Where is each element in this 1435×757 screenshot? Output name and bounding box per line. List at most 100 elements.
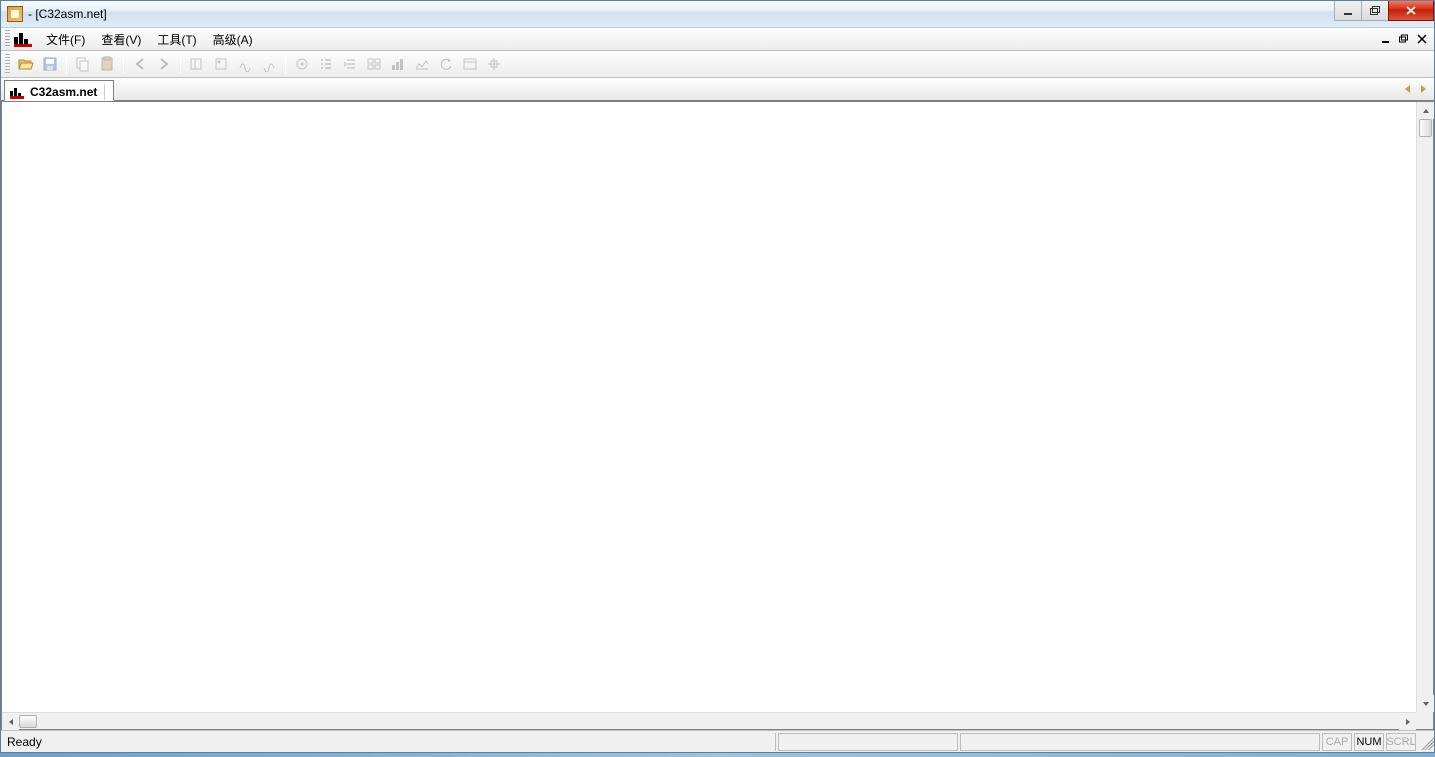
bars-icon <box>390 56 406 72</box>
tool-button-8[interactable] <box>363 53 385 75</box>
menu-tools[interactable]: 工具(T) <box>149 28 204 51</box>
crosshair-icon <box>486 56 502 72</box>
copy-button[interactable] <box>72 53 94 75</box>
open-icon <box>18 56 34 72</box>
scroll-down-button[interactable] <box>1417 695 1434 712</box>
toolbar <box>1 51 1434 78</box>
menubar-grip[interactable] <box>5 30 10 48</box>
menu-advanced[interactable]: 高级(A) <box>205 28 261 51</box>
hscroll-thumb[interactable] <box>19 715 37 728</box>
close-button[interactable] <box>1388 1 1434 21</box>
scroll-corner <box>1416 712 1433 729</box>
chart-icon <box>414 56 430 72</box>
save-icon <box>42 56 58 72</box>
vertical-scrollbar[interactable] <box>1416 102 1433 712</box>
refresh-icon <box>438 56 454 72</box>
tool-button-5[interactable] <box>291 53 313 75</box>
scroll-right-button[interactable] <box>1399 713 1416 730</box>
status-panel-1 <box>778 733 958 751</box>
mdi-minimize-icon <box>1381 34 1391 44</box>
toolbar-grip[interactable] <box>5 54 10 74</box>
tool-button-3[interactable] <box>234 53 256 75</box>
toolbar-separator <box>66 54 67 74</box>
menubar: 文件(F) 查看(V) 工具(T) 高级(A) <box>1 28 1434 51</box>
tabbar: C32asm.net <box>1 78 1434 101</box>
tool-button-13[interactable] <box>483 53 505 75</box>
indicator-scroll: SCRL <box>1386 733 1416 751</box>
window-controls <box>1335 1 1434 21</box>
grid-icon <box>366 56 382 72</box>
tool-button-11[interactable] <box>435 53 457 75</box>
app-logo-icon <box>14 31 32 47</box>
tab-prev-button[interactable] <box>1402 82 1413 96</box>
generic-tool-icon <box>237 56 253 72</box>
scroll-left-button[interactable] <box>2 713 19 730</box>
open-button[interactable] <box>15 53 37 75</box>
horizontal-scrollbar[interactable] <box>2 712 1416 729</box>
app-icon <box>7 6 23 22</box>
main-window: - [C32asm.net] 文件(F) 查看(V) 工具(T) 高级(A) <box>0 0 1435 753</box>
list-indent-icon <box>342 56 358 72</box>
tab-navigation <box>1402 82 1428 96</box>
tab-c32asm-net[interactable]: C32asm.net <box>4 80 114 101</box>
desktop-background <box>0 753 1435 757</box>
size-grip[interactable] <box>1418 734 1434 750</box>
forward-button[interactable] <box>153 53 175 75</box>
window-title: - [C32asm.net] <box>28 7 107 21</box>
mdi-close-button[interactable] <box>1414 31 1430 46</box>
triangle-up-icon <box>1422 107 1430 115</box>
triangle-right-icon <box>1419 84 1427 94</box>
vscroll-thumb[interactable] <box>1419 119 1432 137</box>
tab-icon <box>10 85 26 99</box>
back-button[interactable] <box>129 53 151 75</box>
save-button[interactable] <box>39 53 61 75</box>
content-area[interactable] <box>1 101 1434 730</box>
tool-button-9[interactable] <box>387 53 409 75</box>
tool-button-4[interactable] <box>258 53 280 75</box>
minimize-icon <box>1343 6 1353 16</box>
paste-button[interactable] <box>96 53 118 75</box>
mdi-close-icon <box>1417 34 1427 44</box>
scroll-up-button[interactable] <box>1417 102 1434 119</box>
mdi-restore-icon <box>1399 34 1409 44</box>
arrow-right-icon <box>156 56 172 72</box>
toolbar-separator <box>123 54 124 74</box>
status-panel-2 <box>960 733 1320 751</box>
toolbar-separator <box>180 54 181 74</box>
list-icon <box>318 56 334 72</box>
tool-button-7[interactable] <box>339 53 361 75</box>
mdi-minimize-button[interactable] <box>1378 31 1394 46</box>
menu-file[interactable]: 文件(F) <box>38 28 93 51</box>
indicator-num: NUM <box>1354 733 1384 751</box>
status-ready: Ready <box>1 733 776 751</box>
indicator-caps: CAP <box>1322 733 1352 751</box>
menu-view[interactable]: 查看(V) <box>93 28 149 51</box>
generic-tool-icon <box>213 56 229 72</box>
tab-label: C32asm.net <box>30 85 97 99</box>
minimize-button[interactable] <box>1334 1 1362 21</box>
mdi-restore-button[interactable] <box>1396 31 1412 46</box>
tool-button-6[interactable] <box>315 53 337 75</box>
tool-button-2[interactable] <box>210 53 232 75</box>
tool-button-10[interactable] <box>411 53 433 75</box>
generic-tool-icon <box>294 56 310 72</box>
statusbar: Ready CAP NUM SCRL <box>1 730 1434 752</box>
titlebar[interactable]: - [C32asm.net] <box>1 1 1434 28</box>
tool-button-12[interactable] <box>459 53 481 75</box>
copy-icon <box>75 56 91 72</box>
paste-icon <box>99 56 115 72</box>
generic-tool-icon <box>261 56 277 72</box>
maximize-icon <box>1370 6 1380 16</box>
arrow-left-icon <box>132 56 148 72</box>
maximize-button[interactable] <box>1361 1 1389 21</box>
triangle-down-icon <box>1422 700 1430 708</box>
toolbar-separator <box>285 54 286 74</box>
window-icon <box>462 56 478 72</box>
triangle-left-icon <box>7 718 15 726</box>
close-icon <box>1405 5 1417 16</box>
tool-button-1[interactable] <box>186 53 208 75</box>
tab-next-button[interactable] <box>1417 82 1428 96</box>
mdi-controls <box>1378 31 1430 46</box>
triangle-right-icon <box>1404 718 1412 726</box>
triangle-left-icon <box>1404 84 1412 94</box>
